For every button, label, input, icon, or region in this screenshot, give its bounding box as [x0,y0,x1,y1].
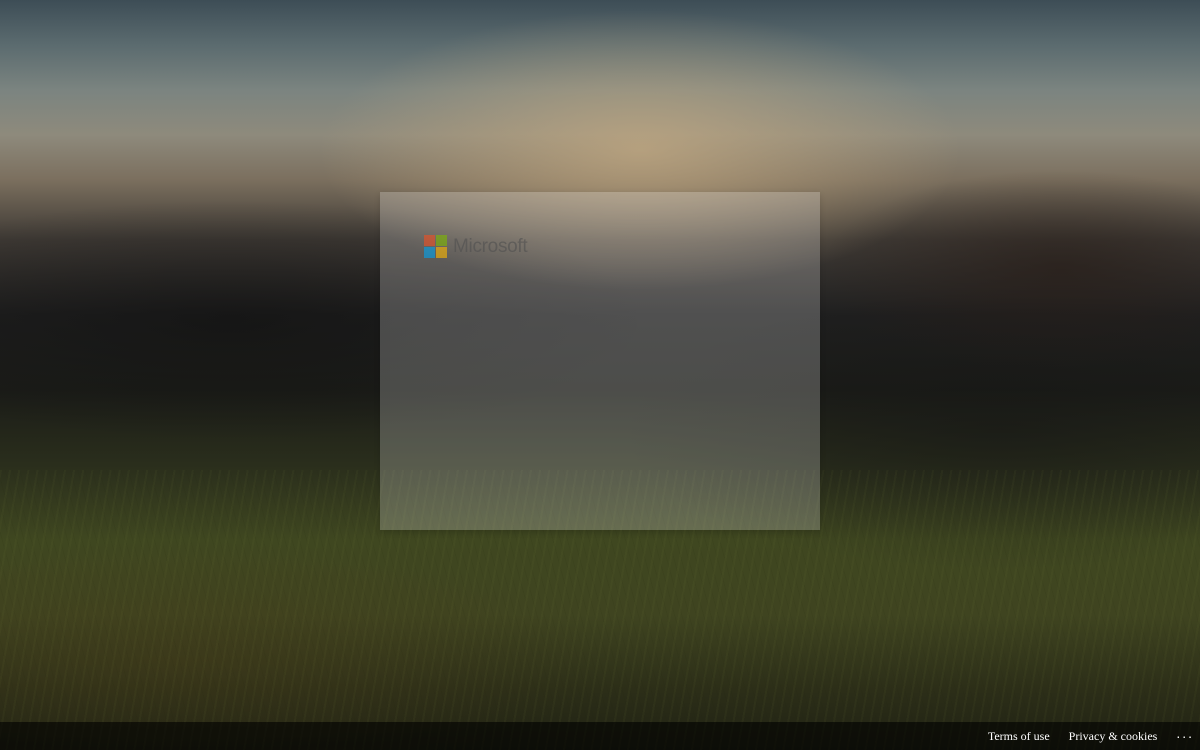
terms-of-use-link[interactable]: Terms of use [988,729,1050,744]
privacy-cookies-link[interactable]: Privacy & cookies [1069,729,1158,744]
sign-in-card: Microsoft [380,192,820,530]
brand-name: Microsoft [453,236,528,257]
logo-green-square [436,235,447,246]
microsoft-logo: Microsoft [424,235,528,258]
logo-yellow-square [436,247,447,258]
footer-links: Terms of use Privacy & cookies ... [988,722,1200,750]
more-options-button[interactable]: ... [1176,725,1194,741]
logo-red-square [424,235,435,246]
microsoft-logo-icon [424,235,447,258]
footer: Terms of use Privacy & cookies ... [0,722,1200,750]
logo-blue-square [424,247,435,258]
